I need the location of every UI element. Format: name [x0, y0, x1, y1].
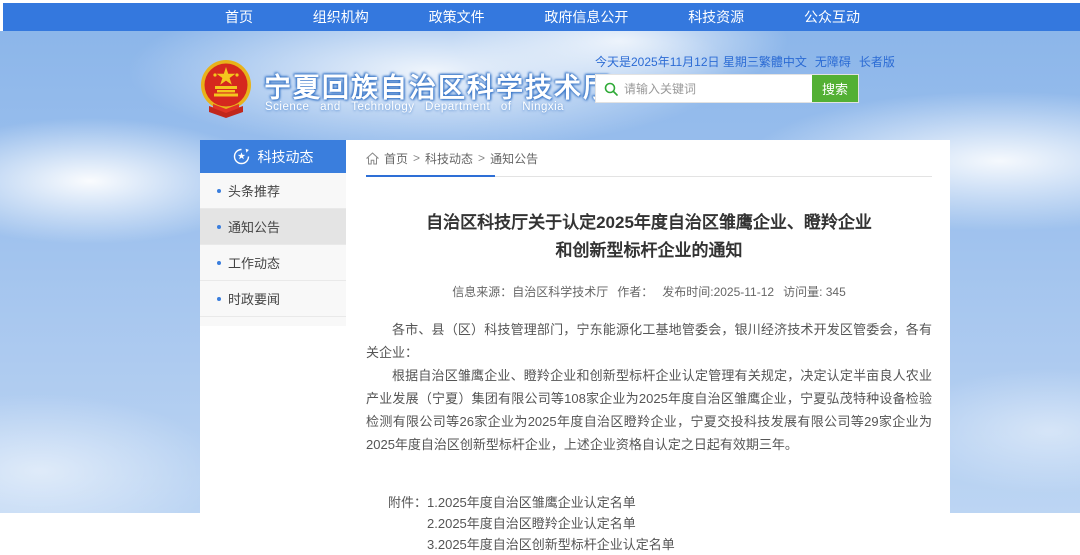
sidebar-item-label: 头条推荐 [228, 181, 280, 200]
sidebar-item-work-dynamics[interactable]: 工作动态 [200, 245, 346, 281]
breadcrumb-notices[interactable]: 通知公告 [490, 150, 538, 167]
article-title-line2: 和创新型标杆企业的通知 [556, 241, 743, 260]
meta-publish-time: 发布时间:2025-11-12 [662, 283, 774, 300]
sidebar-header: 科技动态 [200, 140, 346, 173]
breadcrumb-divider-accent [366, 175, 495, 177]
attachment-link-3[interactable]: 3.2025年度自治区创新型标杆企业认定名单 [427, 534, 675, 555]
link-senior-version[interactable]: 长者版 [859, 53, 895, 70]
sidebar-item-political-news[interactable]: 时政要闻 [200, 281, 346, 317]
sidebar-item-headline-recommend[interactable]: 头条推荐 [200, 173, 346, 209]
search-bar: 搜索 [595, 74, 859, 103]
meta-visit-count: 访问量: 345 [783, 283, 846, 300]
bullet-dot-icon [217, 225, 221, 229]
sidebar-header-label: 科技动态 [258, 147, 314, 167]
article-body: 各市、县（区）科技管理部门，宁东能源化工基地管委会，银川经济技术开发区管委会，各… [366, 318, 932, 456]
meta-author: 作者： [617, 283, 653, 300]
nav-item-gov-info-disclosure[interactable]: 政府信息公开 [534, 3, 638, 31]
bullet-dot-icon [217, 261, 221, 265]
breadcrumb-tech-news[interactable]: 科技动态 [425, 150, 473, 167]
article-title: 自治区科技厅关于认定2025年度自治区雏鹰企业、瞪羚企业 和创新型标杆企业的通知 [366, 209, 932, 265]
sidebar-item-label: 工作动态 [228, 253, 280, 272]
home-icon [366, 152, 379, 165]
breadcrumb-separator: > [413, 151, 420, 165]
breadcrumb-separator: > [478, 151, 485, 165]
sidebar: 科技动态 头条推荐 通知公告 工作动态 时政要闻 [200, 140, 346, 326]
article-paragraph: 根据自治区雏鹰企业、瞪羚企业和创新型标杆企业认定管理有关规定，决定认定半亩良人农… [366, 364, 932, 456]
breadcrumb-home[interactable]: 首页 [384, 150, 408, 167]
sidebar-item-label: 时政要闻 [228, 289, 280, 308]
article-paragraph: 各市、县（区）科技管理部门，宁东能源化工基地管委会，银川经济技术开发区管委会，各… [366, 318, 932, 364]
sidebar-menu: 头条推荐 通知公告 工作动态 时政要闻 [200, 173, 346, 326]
nav-item-tech-resources[interactable]: 科技资源 [678, 3, 754, 31]
bullet-dot-icon [217, 297, 221, 301]
nav-item-public-interaction[interactable]: 公众互动 [794, 3, 870, 31]
attachment-link-2[interactable]: 2.2025年度自治区瞪羚企业认定名单 [427, 513, 675, 534]
search-input[interactable] [624, 82, 812, 96]
nav-item-home[interactable]: 首页 [215, 3, 263, 31]
link-traditional-chinese[interactable]: 繁體中文 [759, 53, 807, 70]
search-button[interactable]: 搜索 [812, 75, 858, 102]
breadcrumb: 首页 > 科技动态 > 通知公告 [366, 148, 932, 168]
tech-news-icon [233, 148, 250, 165]
national-emblem-logo [199, 58, 253, 124]
nav-item-policy-documents[interactable]: 政策文件 [419, 3, 495, 31]
current-date-text: 今天是2025年11月12日 星期三 [595, 53, 759, 70]
top-navigation-bar: 首页 组织机构 政策文件 政府信息公开 科技资源 公众互动 [3, 3, 1080, 31]
nav-item-organization[interactable]: 组织机构 [303, 3, 379, 31]
article-area: 首页 > 科技动态 > 通知公告 自治区科技厅关于认定2025年度自治区雏鹰企业… [366, 148, 932, 555]
attachments-block: 附件： 1.2025年度自治区雏鹰企业认定名单 2.2025年度自治区瞪羚企业认… [388, 492, 932, 555]
bullet-dot-icon [217, 189, 221, 193]
article-meta: 信息来源：自治区科学技术厅 作者： 发布时间:2025-11-12 访问量: 3… [366, 283, 932, 300]
site-title: 宁夏回族自治区科学技术厅 [264, 66, 612, 105]
attachments-label: 附件： [388, 492, 427, 555]
link-accessibility[interactable]: 无障碍 [815, 53, 851, 70]
sidebar-item-notices[interactable]: 通知公告 [200, 209, 346, 245]
attachment-link-1[interactable]: 1.2025年度自治区雏鹰企业认定名单 [427, 492, 675, 513]
search-icon [604, 82, 618, 96]
breadcrumb-divider [366, 174, 932, 177]
site-subtitle: Science and Technology Department of Nin… [265, 101, 564, 113]
content-panel: 科技动态 头条推荐 通知公告 工作动态 时政要闻 [200, 140, 950, 513]
article-title-line1: 自治区科技厅关于认定2025年度自治区雏鹰企业、瞪羚企业 [426, 213, 872, 232]
meta-source: 信息来源：自治区科学技术厅 [452, 283, 608, 300]
sidebar-item-label: 通知公告 [228, 217, 280, 236]
